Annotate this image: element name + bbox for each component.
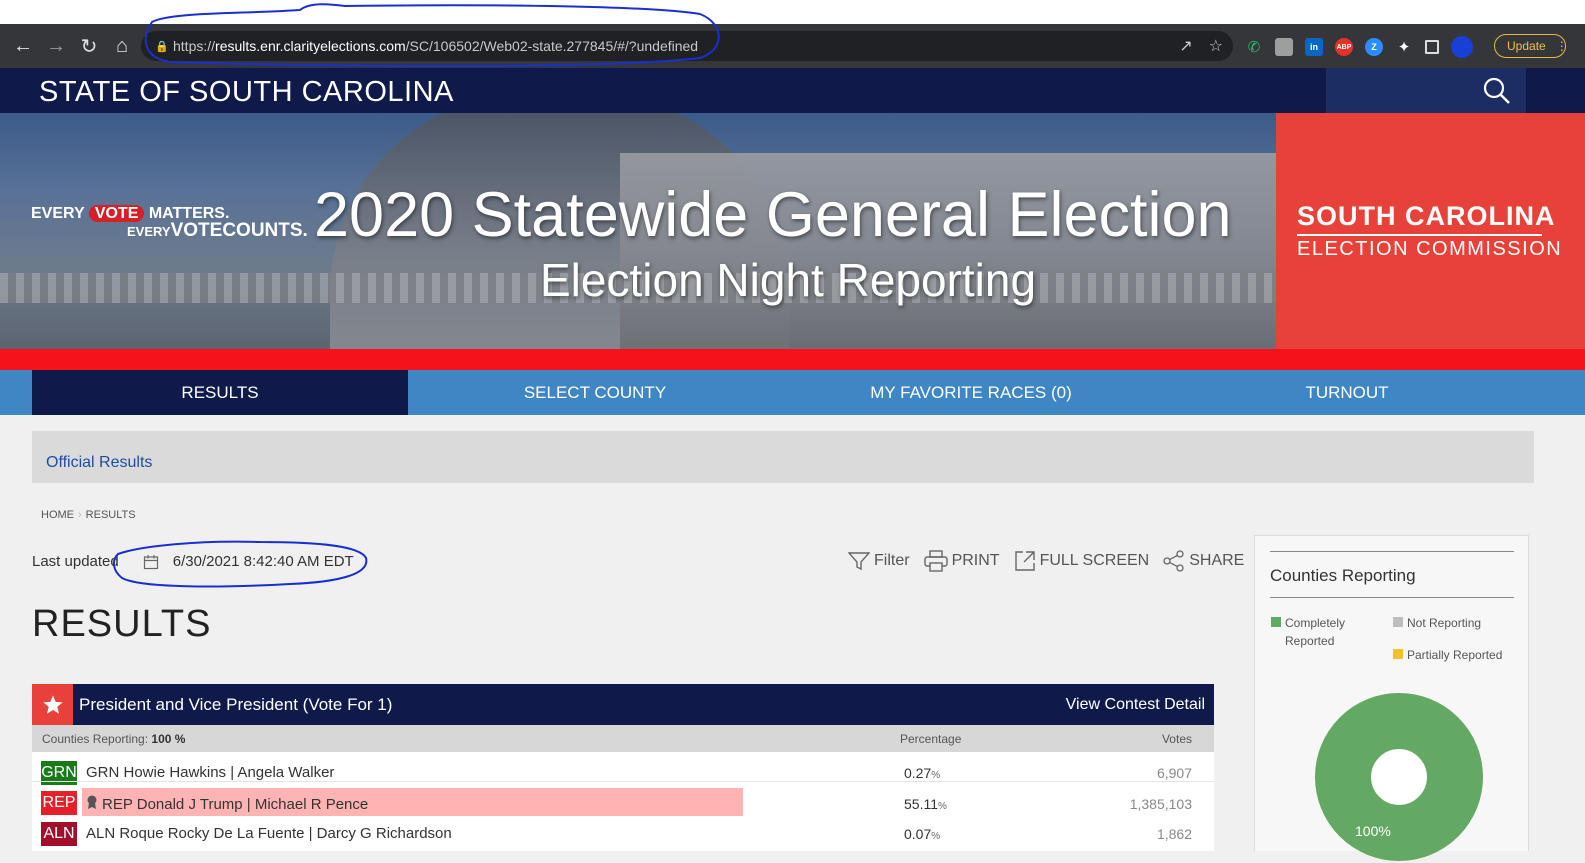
commission-logo: SOUTH CAROLINA ELECTION COMMISSION xyxy=(1276,113,1585,349)
home-icon[interactable]: ⌂ xyxy=(107,31,137,61)
site-header: STATE OF SOUTH CAROLINA xyxy=(0,68,1585,113)
table-row[interactable]: ALN ALN Roque Rocky De La Fuente | Darcy… xyxy=(32,813,1214,851)
election-title: 2020 Statewide General Election xyxy=(314,180,1232,250)
lock-icon: 🔒 xyxy=(155,41,169,53)
contest-name: President and Vice President (Vote For 1… xyxy=(79,695,393,714)
election-subtitle: Election Night Reporting xyxy=(540,254,1037,306)
reload-icon[interactable]: ↻ xyxy=(74,31,104,61)
breadcrumb-current: RESULTS xyxy=(85,509,136,521)
fullscreen-icon xyxy=(1014,551,1035,571)
slogan-logo: EVERY VOTE MATTERS. EVERYVOTECOUNTS. xyxy=(31,205,308,241)
calendar-icon xyxy=(143,554,158,569)
browser-toolbar: ← → ↻ ⌂ 🔒 https://results.enr.clarityele… xyxy=(0,24,1585,68)
red-divider xyxy=(0,349,1585,370)
candidate-votes: 1,385,103 xyxy=(1129,796,1192,812)
puzzle-icon[interactable]: ✦ xyxy=(1395,38,1413,56)
candidate-name: REP Donald J Trump | Michael R Pence xyxy=(86,795,368,813)
candidate-votes: 1,862 xyxy=(1156,826,1192,842)
votes-column-header: Votes xyxy=(1161,732,1192,746)
state-title: STATE OF SOUTH CAROLINA xyxy=(39,76,454,108)
url-text: https://results.enr.clarityelections.com… xyxy=(173,38,699,54)
phone-icon[interactable]: ✆ xyxy=(1245,38,1263,56)
percentage-column-header: Percentage xyxy=(900,732,962,746)
legend-completely-reported: Completely Reported xyxy=(1271,614,1375,650)
menu-dots-icon[interactable]: ⋮ xyxy=(1556,39,1568,53)
address-bar[interactable]: 🔒 https://results.enr.clarityelections.c… xyxy=(141,31,1233,61)
results-heading: RESULTS xyxy=(32,603,212,645)
contest-header: President and Vice President (Vote For 1… xyxy=(32,684,1214,725)
zoom-icon[interactable]: Z xyxy=(1365,38,1383,56)
party-badge: ALN xyxy=(41,822,77,846)
breadcrumb: HOME › RESULTS xyxy=(41,509,136,521)
share-button[interactable]: SHARE xyxy=(1163,550,1244,572)
candidate-percentage: 0.07% xyxy=(904,826,941,842)
last-updated-value: 6/30/2021 8:42:40 AM EDT xyxy=(172,553,354,570)
tab-favorite-races[interactable]: MY FAVORITE RACES (0) xyxy=(783,370,1159,415)
results-toolbar: Filter PRINT FULL SCREEN SHARE xyxy=(848,550,1244,572)
filter-button[interactable]: Filter xyxy=(848,551,910,571)
share-icon xyxy=(1163,550,1184,572)
share-page-icon[interactable]: ↗ xyxy=(1179,36,1192,56)
adblock-icon[interactable]: ABP xyxy=(1335,38,1353,56)
print-button[interactable]: PRINT xyxy=(923,550,1000,572)
extensions-area: ✆ in ABP Z ✦ xyxy=(1245,36,1473,58)
site-search[interactable] xyxy=(1326,68,1526,113)
tab-turnout[interactable]: TURNOUT xyxy=(1159,370,1535,415)
favorite-star-icon[interactable] xyxy=(32,684,73,725)
table-row[interactable]: REP REP Donald J Trump | Michael R Pence… xyxy=(32,752,1214,816)
bookmark-star-icon[interactable]: ☆ xyxy=(1209,36,1223,56)
back-icon[interactable]: ← xyxy=(8,31,38,61)
window-top-strip xyxy=(0,0,1585,24)
candidate-percentage: 55.11% xyxy=(904,796,947,812)
filter-icon xyxy=(848,552,870,571)
fullscreen-button[interactable]: FULL SCREEN xyxy=(1014,550,1149,572)
official-results-label[interactable]: Official Results xyxy=(46,454,152,472)
tab-results[interactable]: RESULTS xyxy=(32,370,408,415)
winner-ribbon-icon xyxy=(87,795,97,809)
view-contest-detail-link[interactable]: View Contest Detail xyxy=(1066,696,1205,714)
profile-avatar[interactable] xyxy=(1451,36,1473,58)
counties-reporting-panel: Counties Reporting Completely Reported N… xyxy=(1254,535,1529,861)
side-panel-icon[interactable] xyxy=(1425,40,1439,54)
last-updated: Last updated 6/30/2021 8:42:40 AM EDT xyxy=(32,553,354,570)
candidate-name: ALN Roque Rocky De La Fuente | Darcy G R… xyxy=(86,825,452,842)
official-results-bar: Official Results xyxy=(32,431,1534,483)
party-badge: REP xyxy=(41,791,77,815)
printer-icon xyxy=(923,550,948,572)
hero-banner: EVERY VOTE MATTERS. EVERYVOTECOUNTS. 202… xyxy=(0,113,1585,349)
main-nav: RESULTS SELECT COUNTY MY FAVORITE RACES … xyxy=(0,370,1585,415)
legend-not-reporting: Not Reporting xyxy=(1393,614,1481,632)
notes-icon[interactable] xyxy=(1275,38,1293,56)
linkedin-icon[interactable]: in xyxy=(1305,38,1323,56)
counties-reporting-title: Counties Reporting xyxy=(1270,566,1416,585)
legend-partially-reported: Partially Reported xyxy=(1393,646,1502,664)
tab-select-county[interactable]: SELECT COUNTY xyxy=(407,370,783,415)
search-icon[interactable] xyxy=(1482,76,1512,106)
contest-column-header: Counties Reporting: 100 % Percentage Vot… xyxy=(32,725,1214,752)
forward-icon[interactable]: → xyxy=(41,31,71,61)
counties-donut-chart xyxy=(1315,693,1483,861)
breadcrumb-home[interactable]: HOME xyxy=(41,509,74,521)
update-button[interactable]: Update ⋮ xyxy=(1494,34,1568,58)
donut-percent-label: 100% xyxy=(1355,823,1391,839)
candidate-list: GRN GRN Howie Hawkins | Angela Walker 0.… xyxy=(32,752,1214,851)
